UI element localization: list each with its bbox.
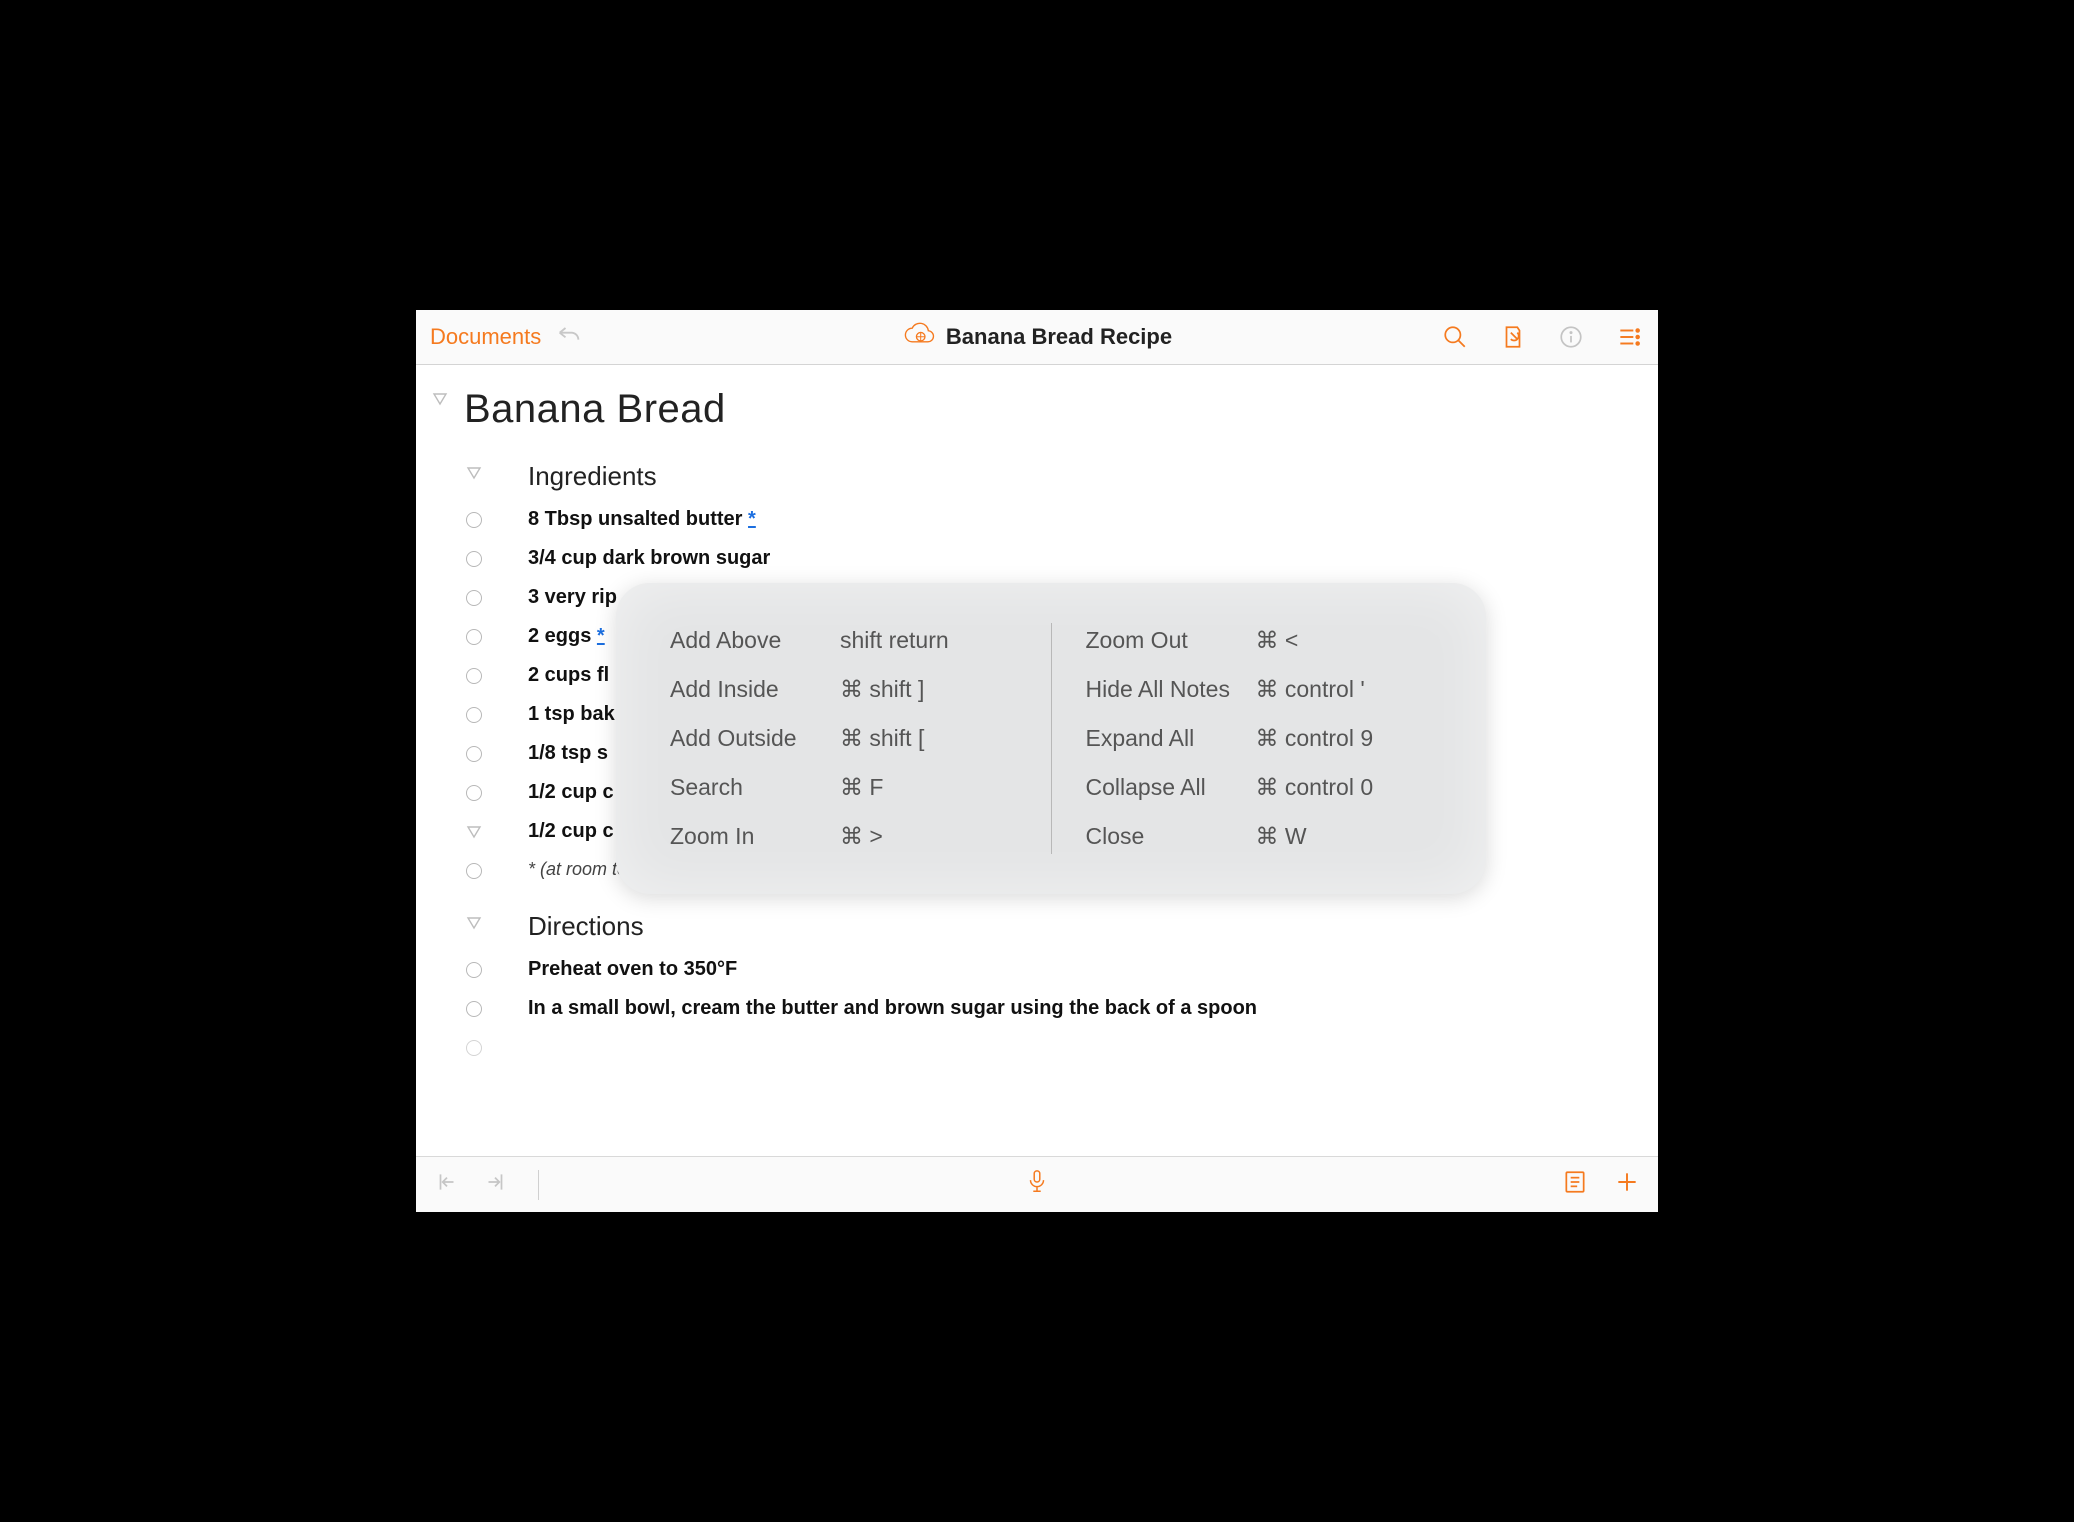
list-item[interactable]: 8 Tbsp unsalted butter * <box>430 502 1644 537</box>
item-text[interactable]: 1/8 tsp s <box>498 742 608 765</box>
item-label: 8 Tbsp unsalted butter <box>528 508 748 530</box>
shortcut-row: Add Above shift return <box>670 627 1017 654</box>
search-icon[interactable] <box>1440 322 1470 352</box>
shortcuts-column-right: Zoom Out ⌘ < Hide All Notes ⌘ control ' … <box>1086 627 1433 850</box>
section-heading[interactable]: Ingredients <box>498 461 657 492</box>
keyboard-shortcuts-overlay: Add Above shift return Add Inside ⌘ shif… <box>616 583 1486 894</box>
info-icon[interactable] <box>1556 322 1586 352</box>
bullet-handle-icon[interactable] <box>464 744 484 764</box>
shortcut-keys: ⌘ control ' <box>1256 676 1365 703</box>
shortcut-row: Close ⌘ W <box>1086 823 1433 850</box>
documents-button[interactable]: Documents <box>430 324 541 350</box>
outline-title[interactable]: Banana Bread <box>464 387 726 431</box>
list-item[interactable]: 3/4 cup dark brown sugar <box>430 541 1644 576</box>
dictation-mic-icon[interactable] <box>1024 1169 1050 1200</box>
shortcut-row: Zoom In ⌘ > <box>670 823 1017 850</box>
shortcut-label: Collapse All <box>1086 774 1256 801</box>
top-toolbar: Documents Banana Bread Recipe <box>416 310 1658 365</box>
item-text[interactable]: 2 cups fl <box>498 664 609 687</box>
shortcut-label: Close <box>1086 823 1256 850</box>
footnote-link[interactable]: * <box>597 625 605 647</box>
shortcut-row: Add Outside ⌘ shift [ <box>670 725 1017 752</box>
document-title: Banana Bread Recipe <box>946 324 1172 350</box>
bullet-handle-icon[interactable] <box>464 861 484 881</box>
shortcut-keys: ⌘ control 9 <box>1256 725 1374 752</box>
undo-icon[interactable] <box>555 321 583 354</box>
bottom-toolbar <box>416 1156 1658 1212</box>
shortcut-label: Expand All <box>1086 725 1256 752</box>
shortcut-keys: ⌘ F <box>840 774 883 801</box>
shortcut-keys: ⌘ < <box>1256 627 1299 654</box>
item-text[interactable]: 8 Tbsp unsalted butter * <box>498 508 756 531</box>
disclosure-triangle-icon[interactable] <box>430 389 450 409</box>
footnote-link[interactable]: * <box>748 508 756 530</box>
outline-body[interactable]: Banana Bread Ingredients 8 Tbsp unsalted… <box>416 365 1658 1156</box>
section-row-ingredients[interactable]: Ingredients <box>430 455 1644 498</box>
shortcut-label: Add Outside <box>670 725 840 752</box>
list-item[interactable]: In a small bowl, cream the butter and br… <box>430 991 1644 1026</box>
shortcut-row: Search ⌘ F <box>670 774 1017 801</box>
bullet-handle-icon[interactable] <box>464 705 484 725</box>
bullet-handle-icon[interactable] <box>464 960 484 980</box>
bullet-handle-icon[interactable] <box>464 510 484 530</box>
shortcut-row: Add Inside ⌘ shift ] <box>670 676 1017 703</box>
shortcut-keys: ⌘ control 0 <box>1256 774 1374 801</box>
bullet-handle-icon[interactable] <box>464 783 484 803</box>
app-cloud-icon[interactable] <box>902 318 936 357</box>
item-text[interactable]: 1/2 cup c <box>498 820 614 843</box>
bullet-handle-icon[interactable] <box>464 588 484 608</box>
list-item[interactable] <box>430 1030 1644 1064</box>
shortcut-row: Expand All ⌘ control 9 <box>1086 725 1433 752</box>
shortcut-row: Collapse All ⌘ control 0 <box>1086 774 1433 801</box>
app-window: Documents Banana Bread Recipe <box>402 296 1672 1226</box>
shortcut-label: Add Inside <box>670 676 840 703</box>
bullet-handle-icon[interactable] <box>464 999 484 1019</box>
disclosure-triangle-icon[interactable] <box>464 913 484 933</box>
more-menu-icon[interactable] <box>1614 322 1644 352</box>
item-text[interactable]: Preheat oven to 350°F <box>498 958 737 981</box>
shortcut-label: Search <box>670 774 840 801</box>
shortcut-keys: ⌘ shift [ <box>840 725 924 752</box>
bullet-handle-icon[interactable] <box>464 627 484 647</box>
shortcut-label: Hide All Notes <box>1086 676 1256 703</box>
shortcut-keys: ⌘ > <box>840 823 883 850</box>
outline-title-row[interactable]: Banana Bread <box>430 381 1644 437</box>
shortcut-row: Zoom Out ⌘ < <box>1086 627 1433 654</box>
disclosure-triangle-icon[interactable] <box>464 463 484 483</box>
item-label: 2 eggs <box>528 625 597 647</box>
overlay-divider <box>1051 623 1052 854</box>
item-text[interactable]: 1 tsp bak <box>498 703 615 726</box>
disclosure-triangle-icon[interactable] <box>464 822 484 842</box>
shortcut-keys: ⌘ W <box>1256 823 1307 850</box>
item-text[interactable]: 3 very rip <box>498 586 617 609</box>
item-text[interactable]: In a small bowl, cream the butter and br… <box>498 997 1257 1020</box>
shortcut-label: Add Above <box>670 627 840 654</box>
shortcut-label: Zoom Out <box>1086 627 1256 654</box>
section-row-directions[interactable]: Directions <box>430 905 1644 948</box>
shortcut-label: Zoom In <box>670 823 840 850</box>
shortcut-keys: shift return <box>840 627 949 654</box>
item-text[interactable]: 3/4 cup dark brown sugar <box>498 547 770 570</box>
bullet-handle-icon[interactable] <box>464 1038 484 1058</box>
item-text[interactable]: 2 eggs * <box>498 625 605 648</box>
bullet-handle-icon[interactable] <box>464 666 484 686</box>
section-heading[interactable]: Directions <box>498 911 644 942</box>
styles-icon[interactable] <box>1498 322 1528 352</box>
bullet-handle-icon[interactable] <box>464 549 484 569</box>
shortcut-keys: ⌘ shift ] <box>840 676 924 703</box>
list-item[interactable]: Preheat oven to 350°F <box>430 952 1644 987</box>
shortcut-row: Hide All Notes ⌘ control ' <box>1086 676 1433 703</box>
item-text[interactable]: 1/2 cup c <box>498 781 614 804</box>
shortcuts-column-left: Add Above shift return Add Inside ⌘ shif… <box>670 627 1017 850</box>
